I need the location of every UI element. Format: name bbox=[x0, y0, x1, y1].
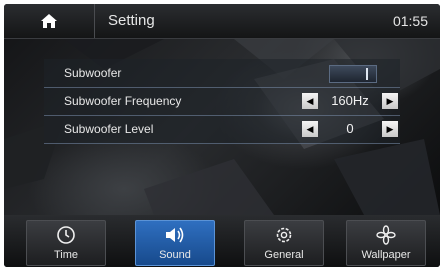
home-icon bbox=[41, 14, 57, 28]
subwoofer-level-row: Subwoofer Level ◀ 0 ▶ bbox=[44, 115, 400, 144]
tab-sound-label: Sound bbox=[159, 249, 191, 261]
tab-time[interactable]: Time bbox=[26, 220, 106, 266]
speaker-icon bbox=[166, 227, 184, 243]
left-arrow-icon: ◀ bbox=[306, 123, 314, 134]
top-bar: Setting 01:55 bbox=[4, 4, 440, 39]
tab-general[interactable]: General bbox=[244, 220, 324, 266]
tab-time-label: Time bbox=[53, 249, 79, 261]
clock-time: 01:55 bbox=[392, 13, 428, 29]
settings-screen: Setting 01:55 Subwoofer Subwoofer Freque… bbox=[4, 4, 440, 267]
right-arrow-icon: ▶ bbox=[386, 95, 394, 106]
subwoofer-toggle[interactable] bbox=[329, 65, 377, 83]
gear-icon bbox=[276, 227, 292, 243]
right-arrow-icon: ▶ bbox=[386, 123, 394, 134]
frequency-increase-button[interactable]: ▶ bbox=[382, 93, 398, 109]
tab-general-label: General bbox=[264, 249, 304, 261]
frequency-value: 160Hz bbox=[331, 93, 369, 108]
tab-sound[interactable]: Sound bbox=[135, 220, 215, 266]
subwoofer-label: Subwoofer bbox=[64, 66, 122, 80]
page-title: Setting bbox=[108, 12, 155, 29]
level-increase-button[interactable]: ▶ bbox=[382, 121, 398, 137]
subwoofer-row: Subwoofer bbox=[44, 59, 400, 88]
flower-icon bbox=[376, 225, 396, 245]
home-button[interactable] bbox=[4, 4, 95, 38]
left-arrow-icon: ◀ bbox=[306, 95, 314, 106]
toggle-indicator bbox=[366, 68, 368, 80]
tab-wallpaper-label: Wallpaper bbox=[361, 249, 411, 261]
subwoofer-settings-panel: Subwoofer Subwoofer Frequency ◀ 160Hz ▶ … bbox=[44, 59, 400, 144]
bottom-tab-bar: Time Sound General Wallpaper bbox=[4, 215, 440, 267]
level-decrease-button[interactable]: ◀ bbox=[302, 121, 318, 137]
level-value: 0 bbox=[346, 121, 354, 136]
subwoofer-frequency-label: Subwoofer Frequency bbox=[64, 94, 182, 108]
subwoofer-level-label: Subwoofer Level bbox=[64, 122, 154, 136]
tab-wallpaper[interactable]: Wallpaper bbox=[346, 220, 426, 266]
subwoofer-frequency-row: Subwoofer Frequency ◀ 160Hz ▶ bbox=[44, 87, 400, 116]
frequency-decrease-button[interactable]: ◀ bbox=[302, 93, 318, 109]
clock-icon bbox=[57, 226, 75, 244]
